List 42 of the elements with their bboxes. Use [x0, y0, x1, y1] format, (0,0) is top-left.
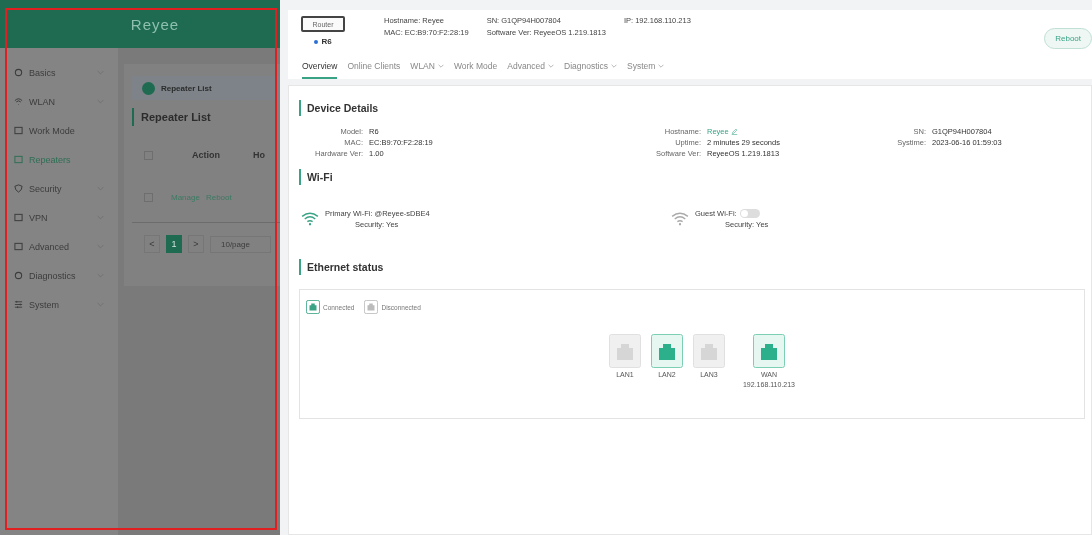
tab[interactable]: Work Mode	[453, 57, 498, 79]
section-heading: Repeater List	[132, 108, 280, 126]
edit-icon[interactable]	[730, 128, 738, 135]
section-title: Ethernet status	[299, 259, 1091, 275]
menu-icon	[14, 300, 23, 309]
tab[interactable]: Online Clients	[347, 57, 401, 79]
menu-icon	[14, 271, 23, 280]
page-size-select[interactable]: 10/page	[210, 235, 271, 253]
logo: Reyee	[130, 15, 180, 33]
sidebar-item[interactable]: Basics	[0, 58, 118, 87]
sidebar-item[interactable]: VPN	[0, 203, 118, 232]
menu-icon	[14, 126, 23, 135]
menu-icon	[14, 155, 23, 164]
banner-text: Repeater List	[161, 83, 212, 93]
sidebar-item[interactable]: Diagnostics	[0, 261, 118, 290]
section-title: Wi-Fi	[299, 169, 1091, 185]
tab[interactable]: Overview	[302, 57, 338, 79]
tab[interactable]: Diagnostics	[564, 57, 617, 79]
column-header: Ho	[253, 150, 265, 160]
info-icon	[142, 81, 155, 95]
sidebar-item[interactable]: System	[0, 290, 118, 319]
sidebar-item[interactable]: Work Mode	[0, 116, 118, 145]
column-header: Action	[191, 150, 221, 160]
sidebar-item[interactable]: Repeaters	[0, 145, 118, 174]
tab[interactable]: WLAN	[410, 57, 444, 79]
page-button[interactable]: 1	[166, 235, 182, 253]
menu-icon	[14, 213, 23, 222]
previous-page-button[interactable]: <	[144, 235, 160, 253]
tab[interactable]: System	[627, 57, 665, 79]
sidebar-item[interactable]: Security	[0, 174, 118, 203]
tab[interactable]: Advanced	[507, 57, 555, 79]
reboot-button[interactable]: Reboot	[1044, 28, 1092, 49]
section-title: Device Details	[299, 100, 1091, 116]
next-page-button[interactable]: >	[188, 235, 204, 253]
menu-icon	[14, 242, 23, 251]
menu-icon	[14, 68, 23, 77]
menu-icon	[14, 97, 23, 106]
menu-icon	[14, 184, 23, 193]
sidebar-item[interactable]: WLAN	[0, 87, 118, 116]
model-name: R6	[314, 37, 332, 46]
sidebar-item[interactable]: Advanced	[0, 232, 118, 261]
toggle-switch[interactable]	[739, 209, 760, 218]
